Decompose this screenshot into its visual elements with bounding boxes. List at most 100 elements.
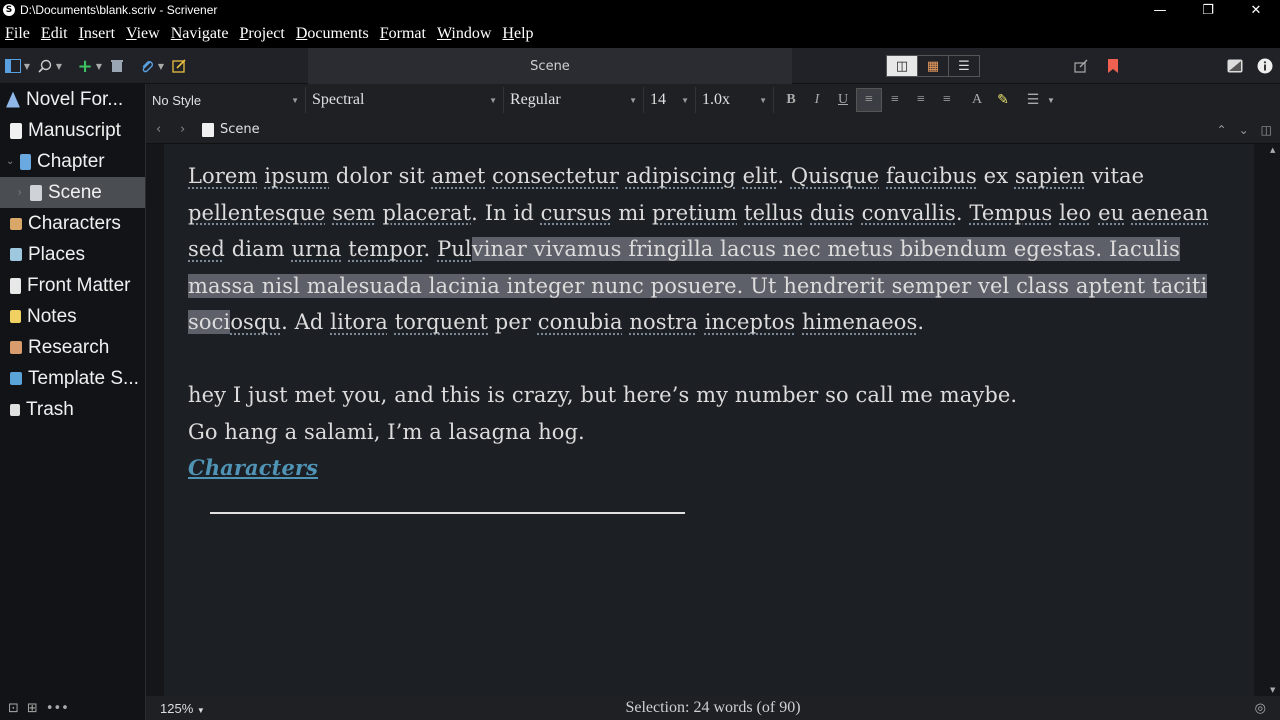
align-justify-icon[interactable]: ≡ (908, 88, 934, 112)
binder-toggle-caret-icon[interactable]: ▼ (22, 62, 32, 71)
back-icon[interactable]: ‹ (156, 122, 170, 137)
restore-button[interactable]: ❐ (1184, 0, 1232, 20)
search-icon[interactable] (36, 57, 54, 75)
window-controls: — ❐ ✕ (1136, 0, 1280, 20)
font-family-select[interactable]: Spectral ▼ (306, 87, 504, 113)
highlight-icon[interactable]: ✎ (990, 88, 1016, 112)
paragraph-link-line: Characters (188, 450, 1238, 487)
spellcheck-word: himenaeos (802, 310, 918, 334)
text-color-icon[interactable]: A (964, 88, 990, 112)
share-icon[interactable] (1072, 57, 1090, 75)
menu-project[interactable]: Project (239, 25, 284, 43)
binder-item-template-sheets[interactable]: Template S... (0, 363, 145, 394)
spellcheck-word: cursus (540, 200, 612, 225)
binder-item-places[interactable]: Places (0, 239, 145, 270)
binder-footer-icon-1[interactable]: ⊡ (8, 701, 19, 716)
inspector-icon[interactable] (1256, 57, 1274, 75)
binder-toggle-icon[interactable] (4, 57, 22, 75)
text-run: . In id (471, 200, 541, 225)
minimize-button[interactable]: — (1136, 0, 1184, 20)
font-size-select[interactable]: 14 ▼ (644, 87, 696, 113)
spellcheck-word: tempor (348, 237, 424, 261)
corkboard-mode-icon[interactable]: ▦ (918, 56, 949, 76)
font-family-value: Spectral (312, 91, 365, 108)
paragraph-style-select[interactable]: No Style ▼ (146, 87, 306, 113)
text-run (698, 310, 705, 334)
list-icon[interactable]: ☰ (1020, 88, 1046, 112)
attachment-icon[interactable] (138, 57, 156, 75)
menu-help[interactable]: Help (502, 25, 533, 43)
outliner-mode-icon[interactable]: ☰ (949, 56, 979, 76)
menu-navigate[interactable]: Navigate (171, 25, 229, 43)
spellcheck-word: adipiscing (625, 164, 736, 188)
menu-file[interactable]: File (5, 25, 30, 43)
spellcheck-word: nostra (629, 310, 698, 334)
spellcheck-word: inceptos (704, 310, 796, 334)
line-spacing-select[interactable]: 1.0x ▼ (696, 87, 774, 113)
binder-item-chapter[interactable]: ⌄ Chapter (0, 146, 145, 177)
bold-icon[interactable]: B (778, 88, 804, 112)
forward-icon[interactable]: › (180, 122, 194, 137)
more-options-icon[interactable]: ••• (46, 701, 69, 716)
chapter-expand-icon[interactable]: ⌄ (6, 156, 14, 167)
binder-item-front-matter[interactable]: Front Matter (0, 270, 145, 301)
italic-icon[interactable]: I (804, 88, 830, 112)
previous-document-icon[interactable]: ⌃ (1217, 123, 1227, 137)
binder-item-label: Places (28, 243, 86, 265)
character-sheet-icon (10, 217, 22, 230)
binder-item-novel-format[interactable]: Novel For... (0, 84, 145, 115)
spellcheck-word: Tempus (969, 200, 1053, 225)
text-run (388, 310, 395, 334)
scroll-down-icon[interactable]: ▼ (1270, 686, 1275, 694)
list-caret-icon[interactable]: ▼ (1046, 96, 1056, 105)
binder-item-trash[interactable]: Trash (0, 394, 145, 425)
trash-folder-icon (10, 403, 20, 416)
align-left-icon[interactable]: ≡ (856, 88, 882, 112)
menu-documents[interactable]: Documents (296, 25, 369, 43)
editor-page[interactable]: Lorem ipsum dolor sit amet consectetur a… (164, 144, 1254, 696)
manuscript-folder-icon (10, 122, 22, 139)
menu-edit[interactable]: Edit (41, 25, 68, 43)
menu-insert[interactable]: Insert (79, 25, 115, 43)
split-editor-icon[interactable]: ◫ (1261, 123, 1272, 137)
binder-item-label: Research (28, 336, 110, 358)
spellcheck-word: osqu (230, 310, 282, 334)
paragraph-style-value: No Style (152, 92, 202, 108)
align-right-icon[interactable]: ≡ (934, 88, 960, 112)
spellcheck-word: Pul (437, 237, 472, 261)
scroll-up-icon[interactable]: ▲ (1270, 146, 1275, 154)
add-caret-icon[interactable]: ▼ (94, 62, 104, 71)
menu-view[interactable]: View (126, 25, 160, 43)
target-icon[interactable]: ◎ (1255, 701, 1266, 716)
compose-mode-icon[interactable] (1226, 57, 1244, 75)
underline-icon[interactable]: U (830, 88, 856, 112)
search-caret-icon[interactable]: ▼ (54, 62, 64, 71)
bookmark-icon[interactable] (1104, 57, 1122, 75)
binder-footer-icon-2[interactable]: ⊞ (27, 701, 38, 716)
binder-item-characters[interactable]: Characters (0, 208, 145, 239)
spellcheck-word: sapien (1014, 164, 1085, 188)
menu-format[interactable]: Format (380, 25, 426, 43)
scene-disclosure-icon[interactable]: › (18, 187, 21, 198)
add-icon[interactable]: + (76, 56, 94, 77)
binder-item-scene[interactable]: › Scene (0, 177, 145, 208)
next-document-icon[interactable]: ⌄ (1239, 123, 1249, 137)
binder-item-manuscript[interactable]: Manuscript (0, 115, 145, 146)
scrivenings-mode-icon[interactable]: ◫ (887, 56, 918, 76)
characters-link[interactable]: Characters (188, 455, 318, 480)
editor-text[interactable]: Lorem ipsum dolor sit amet consectetur a… (188, 158, 1238, 487)
font-weight-select[interactable]: Regular ▼ (504, 87, 644, 113)
quick-note-icon[interactable] (170, 57, 188, 75)
header-doc-title[interactable]: Scene (220, 122, 260, 137)
editor-area: Lorem ipsum dolor sit amet consectetur a… (146, 144, 1280, 696)
editor-scrollbar[interactable]: ▲ ▼ (1268, 144, 1280, 696)
binder-item-research[interactable]: Research (0, 332, 145, 363)
chapter-folder-icon (20, 153, 31, 170)
binder-item-notes[interactable]: Notes (0, 301, 145, 332)
attachment-caret-icon[interactable]: ▼ (156, 62, 166, 71)
menu-window[interactable]: Window (437, 25, 491, 43)
close-button[interactable]: ✕ (1232, 0, 1280, 20)
text-run: dolor sit (329, 164, 432, 188)
trash-icon[interactable] (108, 57, 126, 75)
align-center-icon[interactable]: ≡ (882, 88, 908, 112)
